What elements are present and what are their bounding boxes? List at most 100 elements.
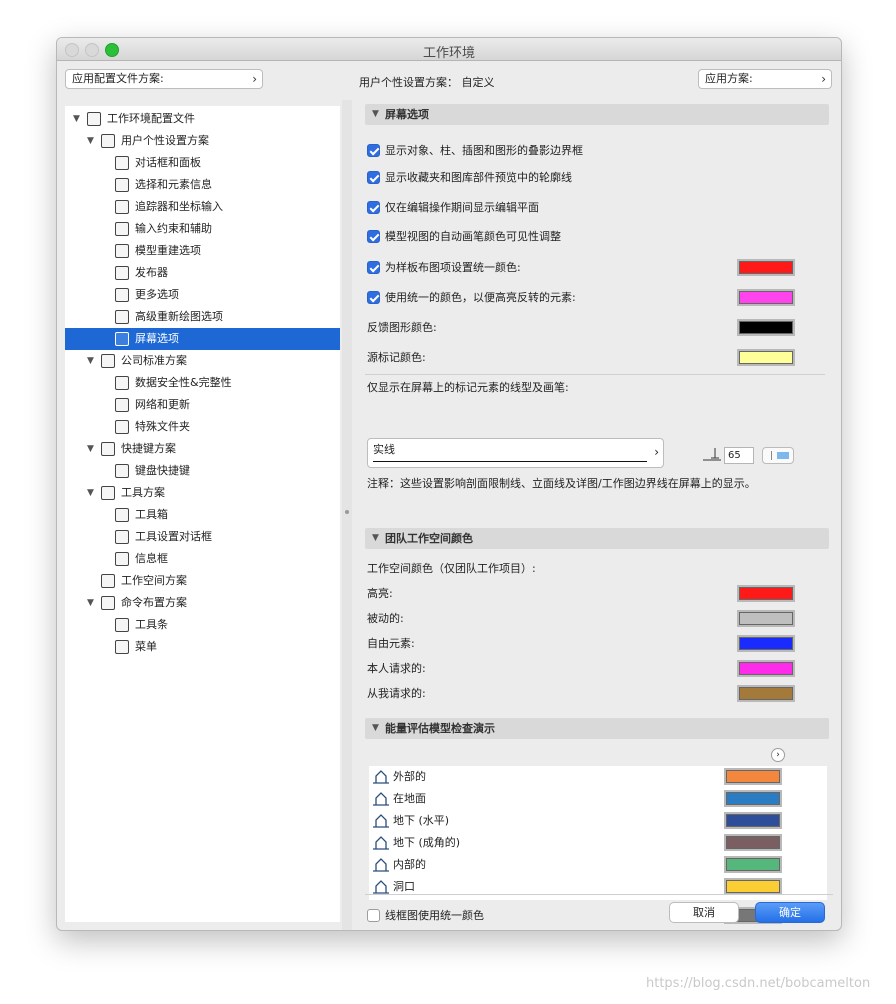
tree-item[interactable]: ▼ 用户个性设置方案 bbox=[65, 130, 340, 152]
color-swatch[interactable] bbox=[737, 635, 795, 652]
tree-item[interactable]: ▼ 工作环境配置文件 bbox=[65, 108, 340, 130]
color-row-uniform-layout[interactable]: 为样板布图项设置统一颜色: bbox=[367, 259, 827, 276]
pen-color-button[interactable] bbox=[762, 447, 794, 464]
publisher-icon bbox=[115, 266, 129, 280]
color-swatch[interactable] bbox=[724, 878, 782, 895]
color-swatch[interactable] bbox=[724, 812, 782, 829]
tree-item[interactable]: 发布器 bbox=[65, 262, 340, 284]
section-title: 团队工作空间颜色 bbox=[385, 532, 473, 545]
tree-item[interactable]: 输入约束和辅助 bbox=[65, 218, 340, 240]
ok-button[interactable]: 确定 bbox=[755, 902, 825, 923]
user-scheme-value: 自定义 bbox=[461, 76, 495, 89]
window-title: 工作环境 bbox=[422, 46, 475, 61]
team-color-row: 自由元素: bbox=[367, 635, 827, 652]
xyz-icon bbox=[115, 200, 129, 214]
watermark: https://blog.csdn.net/bobcamelton bbox=[646, 976, 871, 991]
disclosure-triangle-icon[interactable]: ▼ bbox=[87, 130, 94, 152]
tree-item[interactable]: 追踪器和坐标输入 bbox=[65, 196, 340, 218]
globe-icon bbox=[115, 398, 129, 412]
section-energy[interactable]: ▼ 能量评估模型检查演示 bbox=[365, 718, 829, 739]
chevron-right-icon: › bbox=[252, 72, 257, 86]
shortcut-icon bbox=[115, 464, 129, 478]
color-swatch[interactable] bbox=[737, 610, 795, 627]
toolbar-icon bbox=[115, 618, 129, 632]
color-swatch[interactable] bbox=[724, 856, 782, 873]
model-icon bbox=[115, 244, 129, 258]
tree-item[interactable]: 屏幕选项 bbox=[65, 328, 340, 350]
tree-item[interactable]: ▼ 公司标准方案 bbox=[65, 350, 340, 372]
pen-icon bbox=[703, 448, 721, 461]
color-swatch[interactable] bbox=[724, 768, 782, 785]
preferences-window: 工作环境 应用配置文件方案: › 用户个性设置方案： 自定义 应用方案: › ▼… bbox=[56, 37, 842, 931]
tree-item-label: 追踪器和坐标输入 bbox=[135, 200, 223, 213]
checkbox[interactable] bbox=[367, 909, 380, 922]
color-swatch[interactable] bbox=[737, 319, 795, 336]
tree-item[interactable]: ▼ 工具方案 bbox=[65, 482, 340, 504]
checkbox[interactable] bbox=[367, 261, 380, 274]
tree-item[interactable]: 对话框和面板 bbox=[65, 152, 340, 174]
energy-item: 地下 (水平) bbox=[369, 810, 827, 832]
user-scheme-indicator: 用户个性设置方案： 自定义 bbox=[359, 74, 495, 90]
checkbox[interactable] bbox=[367, 201, 380, 214]
color-swatch[interactable] bbox=[724, 790, 782, 807]
tree-item-label: 网络和更新 bbox=[135, 398, 190, 411]
tree-item[interactable]: 键盘快捷键 bbox=[65, 460, 340, 482]
tree-item[interactable]: 工具设置对话框 bbox=[65, 526, 340, 548]
profile-scheme-popup[interactable]: 应用配置文件方案: › bbox=[65, 69, 263, 89]
energy-item: 地下 (成角的) bbox=[369, 832, 827, 854]
color-swatch[interactable] bbox=[737, 660, 795, 677]
color-swatch[interactable] bbox=[737, 259, 795, 276]
toolbox-icon bbox=[115, 508, 129, 522]
tree-item[interactable]: 模型重建选项 bbox=[65, 240, 340, 262]
disclosure-triangle-icon[interactable]: ▼ bbox=[87, 482, 94, 504]
cancel-button[interactable]: 取消 bbox=[669, 902, 739, 923]
color-swatch[interactable] bbox=[737, 349, 795, 366]
tree-item[interactable]: 信息框 bbox=[65, 548, 340, 570]
tree-item-label: 对话框和面板 bbox=[135, 156, 201, 169]
on-grade-icon bbox=[373, 792, 389, 806]
checkbox[interactable] bbox=[367, 291, 380, 304]
tree-item[interactable]: 特殊文件夹 bbox=[65, 416, 340, 438]
section-screen-options[interactable]: ▼ 屏幕选项 bbox=[365, 104, 829, 125]
mouse-icon bbox=[115, 222, 129, 236]
disclosure-triangle-icon[interactable]: ▼ bbox=[87, 438, 94, 460]
line-type-popup[interactable]: 实线 › bbox=[367, 438, 664, 468]
energy-item-label: 内部的 bbox=[393, 858, 426, 871]
disclosure-triangle-icon[interactable]: ▼ bbox=[73, 108, 80, 130]
tree-item-label: 工具箱 bbox=[135, 508, 168, 521]
tree-item[interactable]: 工作空间方案 bbox=[65, 570, 340, 592]
tree-item[interactable]: ▼ 命令布置方案 bbox=[65, 592, 340, 614]
disclosure-triangle-icon[interactable]: ▼ bbox=[87, 350, 94, 372]
tree-item[interactable]: 网络和更新 bbox=[65, 394, 340, 416]
tree-item-label: 选择和元素信息 bbox=[135, 178, 212, 191]
tree-item[interactable]: 选择和元素信息 bbox=[65, 174, 340, 196]
tree-item[interactable]: 数据安全性&完整性 bbox=[65, 372, 340, 394]
pen-number-field[interactable]: 65 bbox=[724, 447, 754, 464]
tree-item[interactable]: ▼ 快捷键方案 bbox=[65, 438, 340, 460]
checkbox[interactable] bbox=[367, 230, 380, 243]
chevron-right-icon[interactable]: › bbox=[771, 748, 785, 762]
disclosure-triangle-icon[interactable]: ▼ bbox=[87, 592, 94, 614]
tree-item[interactable]: 菜单 bbox=[65, 636, 340, 658]
tree-item[interactable]: 工具条 bbox=[65, 614, 340, 636]
panel-splitter[interactable] bbox=[342, 100, 352, 930]
team-color-row: 本人请求的: bbox=[367, 660, 827, 677]
color-swatch[interactable] bbox=[737, 585, 795, 602]
section-team-colors[interactable]: ▼ 团队工作空间颜色 bbox=[365, 528, 829, 549]
checkbox[interactable] bbox=[367, 171, 380, 184]
color-swatch[interactable] bbox=[737, 685, 795, 702]
profile-scheme-label: 应用配置文件方案: bbox=[72, 72, 164, 85]
color-swatch[interactable] bbox=[724, 834, 782, 851]
tree-item[interactable]: 更多选项 bbox=[65, 284, 340, 306]
color-swatch[interactable] bbox=[737, 289, 795, 306]
team-color-row: 被动的: bbox=[367, 610, 827, 627]
tree-item[interactable]: 高级重新绘图选项 bbox=[65, 306, 340, 328]
tree-item[interactable]: 工具箱 bbox=[65, 504, 340, 526]
color-row-highlight-inverted[interactable]: 使用统一的颜色，以便高亮反转的元素: bbox=[367, 289, 827, 306]
energy-item: 外部的 bbox=[369, 766, 827, 788]
checkbox-label: 显示对象、柱、插图和图形的叠影边界框 bbox=[385, 144, 583, 157]
splitter-grip[interactable] bbox=[345, 510, 349, 514]
apply-scheme-popup[interactable]: 应用方案: › bbox=[698, 69, 832, 89]
checkbox-label: 为样板布图项设置统一颜色: bbox=[385, 261, 521, 274]
checkbox[interactable] bbox=[367, 144, 380, 157]
